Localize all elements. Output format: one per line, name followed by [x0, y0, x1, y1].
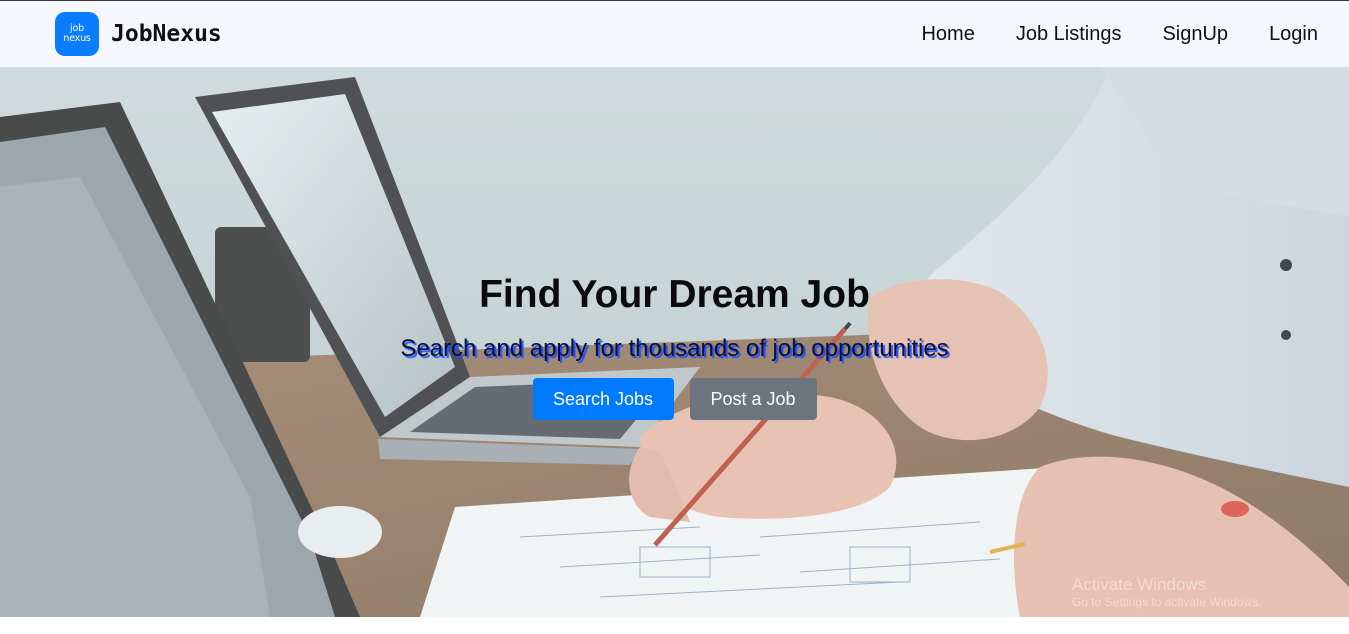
nav-link-signup[interactable]: SignUp: [1162, 23, 1228, 46]
jobnexus-logo-icon: job nexus: [55, 12, 99, 56]
post-a-job-button[interactable]: Post a Job: [689, 378, 817, 420]
nav-link-job-listings[interactable]: Job Listings: [1016, 23, 1122, 46]
hero-section: Find Your Dream Job Search and apply for…: [0, 67, 1349, 617]
hero-subtitle: Search and apply for thousands of job op…: [400, 335, 949, 362]
navbar: job nexus JobNexus Home Job Listings Sig…: [0, 1, 1349, 67]
hero-title: Find Your Dream Job: [479, 273, 870, 316]
brand-link[interactable]: job nexus JobNexus: [55, 12, 222, 56]
hero-buttons: Search Jobs Post a Job: [0, 378, 1349, 420]
page-bottom-strip: [0, 617, 1349, 634]
nav-link-login[interactable]: Login: [1269, 23, 1318, 46]
search-jobs-button[interactable]: Search Jobs: [532, 378, 674, 420]
activate-windows-watermark: Activate Windows Go to Settings to activ…: [1072, 575, 1261, 610]
watermark-subtitle: Go to Settings to activate Windows.: [1072, 595, 1262, 609]
nav-links: Home Job Listings SignUp Login: [880, 1, 1318, 67]
hero-content: Find Your Dream Job Search and apply for…: [0, 272, 1349, 420]
watermark-title: Activate Windows: [1072, 575, 1207, 594]
brand-name: JobNexus: [111, 21, 222, 47]
logo-text-line2: nexus: [63, 33, 91, 44]
nav-link-home[interactable]: Home: [921, 23, 974, 46]
